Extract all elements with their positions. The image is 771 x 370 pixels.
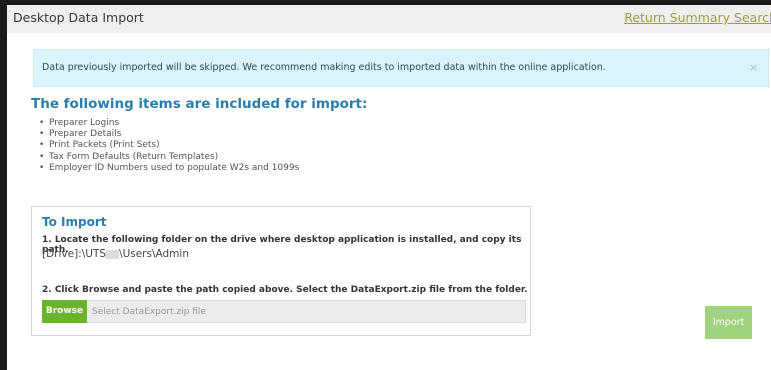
file-input[interactable]: Browse Select DataExport.zip file	[42, 300, 526, 323]
title-bar: Desktop Data Import Return Summary Searc…	[7, 5, 771, 33]
return-summary-search-link[interactable]: Return Summary Search	[624, 10, 771, 25]
import-items-list: • Preparer Logins • Preparer Details • Prin…	[39, 118, 299, 174]
window-title: Desktop Data Import	[13, 10, 144, 25]
step-2-instruction: 2. Click Browse and paste the path copie…	[42, 285, 528, 295]
to-import-title: To Import	[42, 215, 107, 229]
bullet-icon: •	[39, 140, 45, 151]
redacted-mask	[106, 249, 120, 259]
alert-message: Data previously imported will be skipped…	[42, 62, 606, 73]
bullet-icon: •	[39, 118, 45, 128]
folder-path: [Drive]:\UTS \Users\Admin	[42, 248, 189, 260]
list-item: • Print Packets (Print Sets)	[39, 140, 160, 151]
info-alert: Data previously imported will be skipped…	[33, 49, 769, 87]
list-item: • Tax Form Defaults (Return Templates)	[39, 151, 219, 162]
list-item: • Preparer Logins	[39, 118, 120, 128]
browse-button[interactable]: Browse	[42, 300, 87, 323]
file-placeholder: Select DataExport.zip file	[92, 307, 206, 317]
import-panel: Data previously imported will be skipped…	[17, 33, 771, 370]
list-item: • Preparer Details	[39, 129, 122, 140]
close-icon[interactable]: ×	[749, 61, 758, 74]
bullet-icon: •	[39, 151, 45, 162]
list-item: • Employer ID Numbers used to populate W2…	[39, 162, 300, 173]
path-suffix: \Users\Admin	[119, 248, 189, 260]
items-heading: The following items are included for imp…	[31, 96, 368, 112]
to-import-box: To Import 1. Locate the following folder…	[31, 206, 531, 336]
bullet-icon: •	[39, 129, 45, 140]
path-prefix: [Drive]:\UTS	[42, 248, 107, 260]
bullet-icon: •	[39, 162, 45, 173]
app-window: Desktop Data Import Return Summary Searc…	[0, 0, 771, 370]
import-button[interactable]: Import	[705, 306, 752, 339]
